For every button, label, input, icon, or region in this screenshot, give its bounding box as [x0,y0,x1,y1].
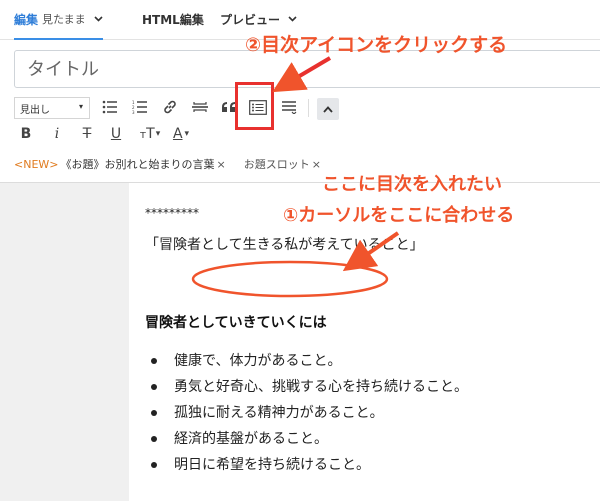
annotation-want-toc: ここに目次を入れたい [322,174,502,195]
list-item: 明日に希望を持ち続けること。 [150,456,468,482]
topic-bar: <NEW> 《お題》お別れと始まりの言葉 × お題スロット × [14,153,321,175]
horizontal-rule-icon[interactable] [189,97,211,117]
collapse-toolbar-button[interactable] [317,98,339,120]
strikethrough-icon[interactable]: T [78,124,96,144]
bold-icon[interactable]: B [17,124,35,144]
post-quote-line: 「冒険者として生きる私が考えていること」 [145,237,424,253]
section-heading: 冒険者としていきていくには [145,315,327,331]
list-item: 経済的基盤があること。 [150,430,468,456]
new-tag: <NEW> [14,157,59,171]
tab-edit[interactable]: 編集 見たまま [14,0,103,40]
heading-select[interactable]: 見出し ▾ [14,97,90,119]
topic-close-icon[interactable]: × [217,158,226,171]
topic-slot-close-icon[interactable]: × [312,158,321,171]
toolbar-divider [308,99,309,117]
link-icon[interactable] [160,97,180,117]
tab-html-label: HTML編集 [142,13,204,27]
font-size-icon[interactable]: т T ▾ [136,124,164,144]
tab-html-edit[interactable]: HTML編集 [142,0,204,39]
tab-preview-label: プレビュー [220,13,281,27]
annotation-step1: ①カーソルをここに合わせる [283,205,515,226]
list-item: 健康で、体力があること。 [150,352,468,378]
bulleted-list-icon[interactable] [100,97,120,117]
chevron-down-icon [288,14,297,25]
more-icon[interactable] [279,97,299,117]
list-item: 孤独に耐える精神力があること。 [150,404,468,430]
tab-edit-mode: 見たまま [42,13,86,26]
annotation-step2: ②目次アイコンをクリックする [245,34,508,56]
tab-edit-label: 編集 [14,12,39,27]
chevron-down-icon [94,14,103,25]
italic-icon[interactable]: i [48,124,66,144]
topic-link[interactable]: 《お題》お別れと始まりの言葉 [61,156,215,172]
numbered-list-icon[interactable]: 123 [130,97,150,117]
text-color-icon[interactable]: A ▾ [168,124,194,144]
chevron-down-icon: ▾ [78,102,83,111]
list-item: 勇気と好奇心、挑戦する心を持ち続けること。 [150,378,468,404]
heading-select-value: 見出し [20,104,50,116]
topic-slot-link[interactable]: お題スロット [244,156,310,172]
separator-stars: ********* [145,206,199,220]
svg-text:3: 3 [132,110,135,114]
bullet-list: 健康で、体力があること。 勇気と好奇心、挑戦する心を持ち続けること。 孤独に耐え… [150,352,468,482]
chevron-up-icon [323,103,333,116]
toc-highlight-box [235,82,274,130]
underline-icon[interactable]: U [107,124,125,144]
